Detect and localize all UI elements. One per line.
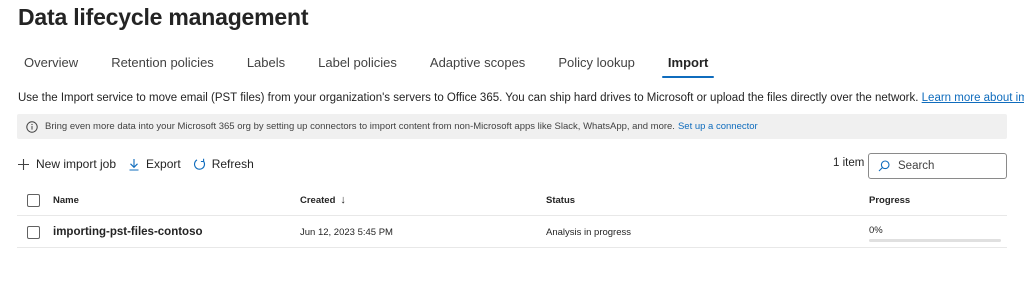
column-header-created-label: Created — [300, 194, 336, 206]
search-input[interactable] — [898, 160, 998, 172]
table-row[interactable]: importing-pst-files-contoso Jun 12, 2023… — [17, 216, 1007, 248]
new-import-job-button[interactable]: New import job — [17, 157, 116, 171]
new-import-job-label: New import job — [36, 157, 117, 171]
column-header-name[interactable]: Name — [53, 184, 79, 216]
column-header-created[interactable]: Created ↓ — [300, 184, 346, 216]
progress-bar — [869, 238, 1001, 242]
job-created: Jun 12, 2023 5:45 PM — [300, 226, 393, 238]
export-button[interactable]: Export — [128, 157, 181, 171]
search-icon — [878, 160, 890, 172]
refresh-icon — [193, 158, 205, 170]
job-status: Analysis in progress — [546, 226, 632, 238]
info-banner-text: Bring even more data into your Microsoft… — [45, 121, 675, 132]
set-up-connector-link[interactable]: Set up a connector — [678, 121, 758, 132]
info-banner: Bring even more data into your Microsoft… — [17, 114, 1007, 139]
job-name[interactable]: importing-pst-files-contoso — [53, 216, 203, 248]
page-title: Data lifecycle management — [18, 4, 309, 30]
tab-retention-policies[interactable]: Retention policies — [105, 54, 220, 78]
table-header-row: Name Created ↓ Status Progress — [17, 184, 1007, 216]
job-progress: 0% — [869, 216, 1001, 248]
search-box[interactable] — [868, 153, 1007, 179]
page-description: Use the Import service to move email (PS… — [18, 92, 1024, 104]
item-count: 1 item — [833, 157, 865, 169]
tab-overview[interactable]: Overview — [18, 54, 84, 78]
tab-labels[interactable]: Labels — [241, 54, 291, 78]
row-checkbox[interactable] — [27, 226, 40, 239]
import-jobs-table: Name Created ↓ Status Progress importing… — [17, 184, 1007, 248]
plus-icon — [18, 158, 29, 170]
refresh-button[interactable]: Refresh — [193, 157, 254, 171]
tab-policy-lookup[interactable]: Policy lookup — [552, 54, 641, 78]
command-bar: New import job Export Refresh — [17, 154, 266, 174]
tab-import[interactable]: Import — [661, 54, 715, 78]
sort-descending-icon: ↓ — [340, 194, 346, 206]
progress-percent: 0% — [869, 224, 883, 236]
description-text: Use the Import service to move email (PS… — [18, 92, 919, 104]
download-icon — [129, 158, 139, 171]
tab-label-policies[interactable]: Label policies — [312, 54, 403, 78]
info-icon — [26, 120, 38, 133]
export-label: Export — [146, 157, 181, 171]
tab-adaptive-scopes[interactable]: Adaptive scopes — [424, 54, 531, 78]
learn-more-link[interactable]: Learn more about import — [922, 92, 1024, 104]
column-header-progress[interactable]: Progress — [869, 184, 910, 216]
select-all-checkbox[interactable] — [27, 194, 40, 207]
tab-bar: Overview Retention policies Labels Label… — [18, 54, 735, 78]
column-header-status[interactable]: Status — [546, 184, 575, 216]
refresh-label: Refresh — [211, 157, 254, 171]
